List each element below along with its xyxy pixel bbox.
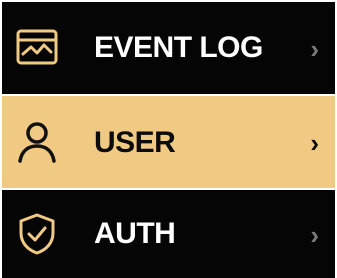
menu-item-event-log[interactable]: EVENT LOG › — [2, 2, 335, 94]
chevron-right-icon: › — [310, 220, 319, 250]
menu-item-label: AUTH — [94, 217, 176, 250]
event-log-icon — [15, 26, 59, 70]
user-icon — [15, 120, 59, 164]
menu-item-label: USER — [94, 126, 176, 159]
side-menu: EVENT LOG › USER › AUTH › — [2, 0, 335, 278]
chevron-right-icon: › — [310, 128, 319, 158]
menu-item-user[interactable]: USER › — [2, 96, 335, 188]
chevron-right-icon: › — [310, 34, 319, 64]
menu-item-auth[interactable]: AUTH › — [2, 190, 335, 278]
menu-item-label: EVENT LOG — [94, 31, 263, 64]
shield-check-icon — [15, 212, 59, 256]
